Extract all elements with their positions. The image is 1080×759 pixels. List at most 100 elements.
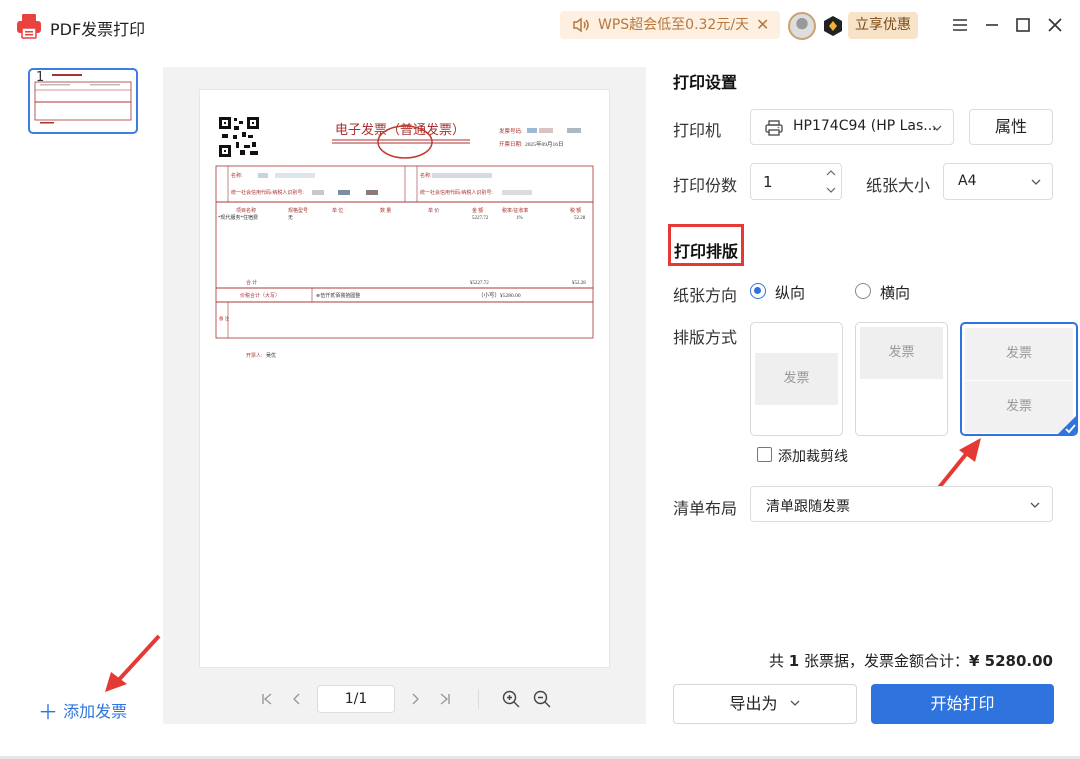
zoom-out-icon[interactable] [532,689,552,709]
chevron-down-icon [932,125,942,131]
invoice-title: 电子发票（普通发票） [335,122,465,137]
zoom-in-icon[interactable] [501,689,521,709]
invoice-date-value: 2025年09月16日 [525,140,564,148]
chevron-down-icon [1031,179,1041,185]
svg-text:金 额: 金 额 [472,207,483,214]
svg-text:合 计: 合 计 [246,279,257,286]
svg-text:无: 无 [288,215,293,221]
svg-text:5227.72: 5227.72 [472,216,489,221]
pager-divider [478,689,479,709]
paper-size-value: A4 [958,173,977,189]
promo-banner[interactable]: WPS超会低至0.32元/天 ✕ [560,11,780,39]
layout-mode-label: 排版方式 [673,328,738,347]
svg-text:统一社会信用代码/纳税人识别号:: 统一社会信用代码/纳税人识别号: [420,189,493,196]
copies-label: 打印份数 [673,176,738,195]
copies-stepper[interactable]: 1 [750,163,842,200]
orientation-portrait-radio[interactable] [750,283,766,299]
close-icon[interactable] [1044,14,1066,36]
orientation-label: 纸张方向 [673,286,738,305]
page-indicator[interactable]: 1/1 [317,685,395,713]
svg-text:规格型号: 规格型号 [288,207,308,214]
invoice-page: 电子发票（普通发票） 发票号码: 开票日期: 2025年09月16日 名称: 统… [199,89,610,668]
svg-text:1%: 1% [516,216,523,221]
crop-line-label: 添加裁剪线 [778,449,848,465]
selected-check-icon [1058,416,1076,434]
svg-text:¥52.28: ¥52.28 [572,281,586,286]
plus-icon: ＋ [38,700,58,724]
vip-badge-icon [824,16,842,36]
promo-close-icon[interactable]: ✕ [756,11,769,39]
svg-text:税 额: 税 额 [570,207,581,214]
paper-size-label: 纸张大小 [866,176,931,195]
add-invoice-button[interactable]: ＋ 添加发票 [38,696,127,725]
add-invoice-label: 添加发票 [63,702,128,721]
summary-line: 共 1 张票据，发票金额合计：¥ 5280.00 [700,650,1053,671]
last-page-icon[interactable] [437,691,453,707]
copies-value: 1 [763,173,773,191]
share-discount-button[interactable]: 立享优惠 [848,12,918,39]
app-title: PDF发票打印 [50,20,146,39]
minimize-icon[interactable] [981,14,1003,36]
orientation-landscape-label: 横向 [880,284,911,302]
thumbnail-preview [34,74,132,124]
summary-count: 1 [788,652,800,670]
summary-middle: 张票据，发票金额合计： [804,652,970,670]
svg-text:价税合计（大写）: 价税合计（大写） [240,292,280,299]
layout-option-two-per-page[interactable]: 发票 发票 [960,322,1078,436]
decrement-icon[interactable] [825,185,837,195]
svg-text:¥5227.72: ¥5227.72 [470,281,489,286]
svg-text:⊗伍仟贰佰捌拾圆整: ⊗伍仟贰佰捌拾圆整 [316,292,360,299]
start-print-button[interactable]: 开始打印 [871,684,1054,724]
invoice-number-label: 发票号码: [499,127,523,135]
orientation-landscape-radio[interactable] [855,283,871,299]
list-layout-value: 清单跟随发票 [766,499,850,515]
svg-text:（小写）¥5280.00: （小写）¥5280.00 [478,291,521,299]
svg-text:名称:: 名称: [231,172,242,179]
promo-text: WPS超会低至0.32元/天 [598,17,750,33]
maximize-icon[interactable] [1012,14,1034,36]
svg-text:名称:: 名称: [420,172,431,179]
print-settings-title: 打印设置 [673,73,738,92]
svg-text:税率/征收率: 税率/征收率 [502,207,528,214]
printer-label: 打印机 [673,121,722,140]
annotation-arrow-add [105,634,161,692]
export-button[interactable]: 导出为 [673,684,857,724]
pager-bar: 1/1 [163,681,646,721]
item-name: *现代服务*住宿费 [218,214,258,221]
orientation-portrait-label: 纵向 [775,284,806,302]
layout-block: 发票 [860,327,943,379]
summary-amount: ¥ 5280.00 [969,652,1053,670]
layout-option-single-center[interactable]: 发票 [750,322,843,436]
printer-logo-icon [17,14,41,39]
user-avatar[interactable] [788,12,816,40]
chevron-down-icon [790,700,800,706]
svg-text:52.28: 52.28 [574,216,586,221]
export-label: 导出为 [729,694,778,713]
printer-icon [765,120,783,136]
printer-value: HP174C94 (HP Las... [793,118,937,134]
prev-page-icon[interactable] [289,691,305,707]
invoice-date-label: 开票日期: [499,141,523,148]
summary-prefix: 共 [768,652,784,670]
next-page-icon[interactable] [407,691,423,707]
increment-icon[interactable] [825,168,837,178]
paper-size-select[interactable]: A4 [943,163,1053,200]
printer-properties-button[interactable]: 属性 [969,109,1053,145]
layout-block: 发票 [755,353,838,405]
crop-line-checkbox[interactable] [757,447,772,462]
menu-icon[interactable] [949,14,971,36]
printer-select[interactable]: HP174C94 (HP Las... [750,109,954,145]
first-page-icon[interactable] [259,691,275,707]
svg-text:单 价: 单 价 [428,207,439,214]
preview-panel: 电子发票（普通发票） 发票号码: 开票日期: 2025年09月16日 名称: 统… [163,67,646,724]
list-layout-label: 清单布局 [673,499,738,518]
invoice-thumbnail[interactable]: 1 [28,68,138,134]
list-layout-select[interactable]: 清单跟随发票 [750,486,1053,522]
qr-code-icon [219,117,259,157]
svg-text:备 注: 备 注 [219,315,230,322]
chevron-down-icon [1030,502,1040,508]
title-bar: PDF发票打印 WPS超会低至0.32元/天 ✕ 立享优惠 [0,0,1080,52]
layout-option-single-top[interactable]: 发票 [855,322,948,436]
layout-block-top: 发票 [965,328,1073,380]
svg-text:数 量: 数 量 [380,207,391,214]
